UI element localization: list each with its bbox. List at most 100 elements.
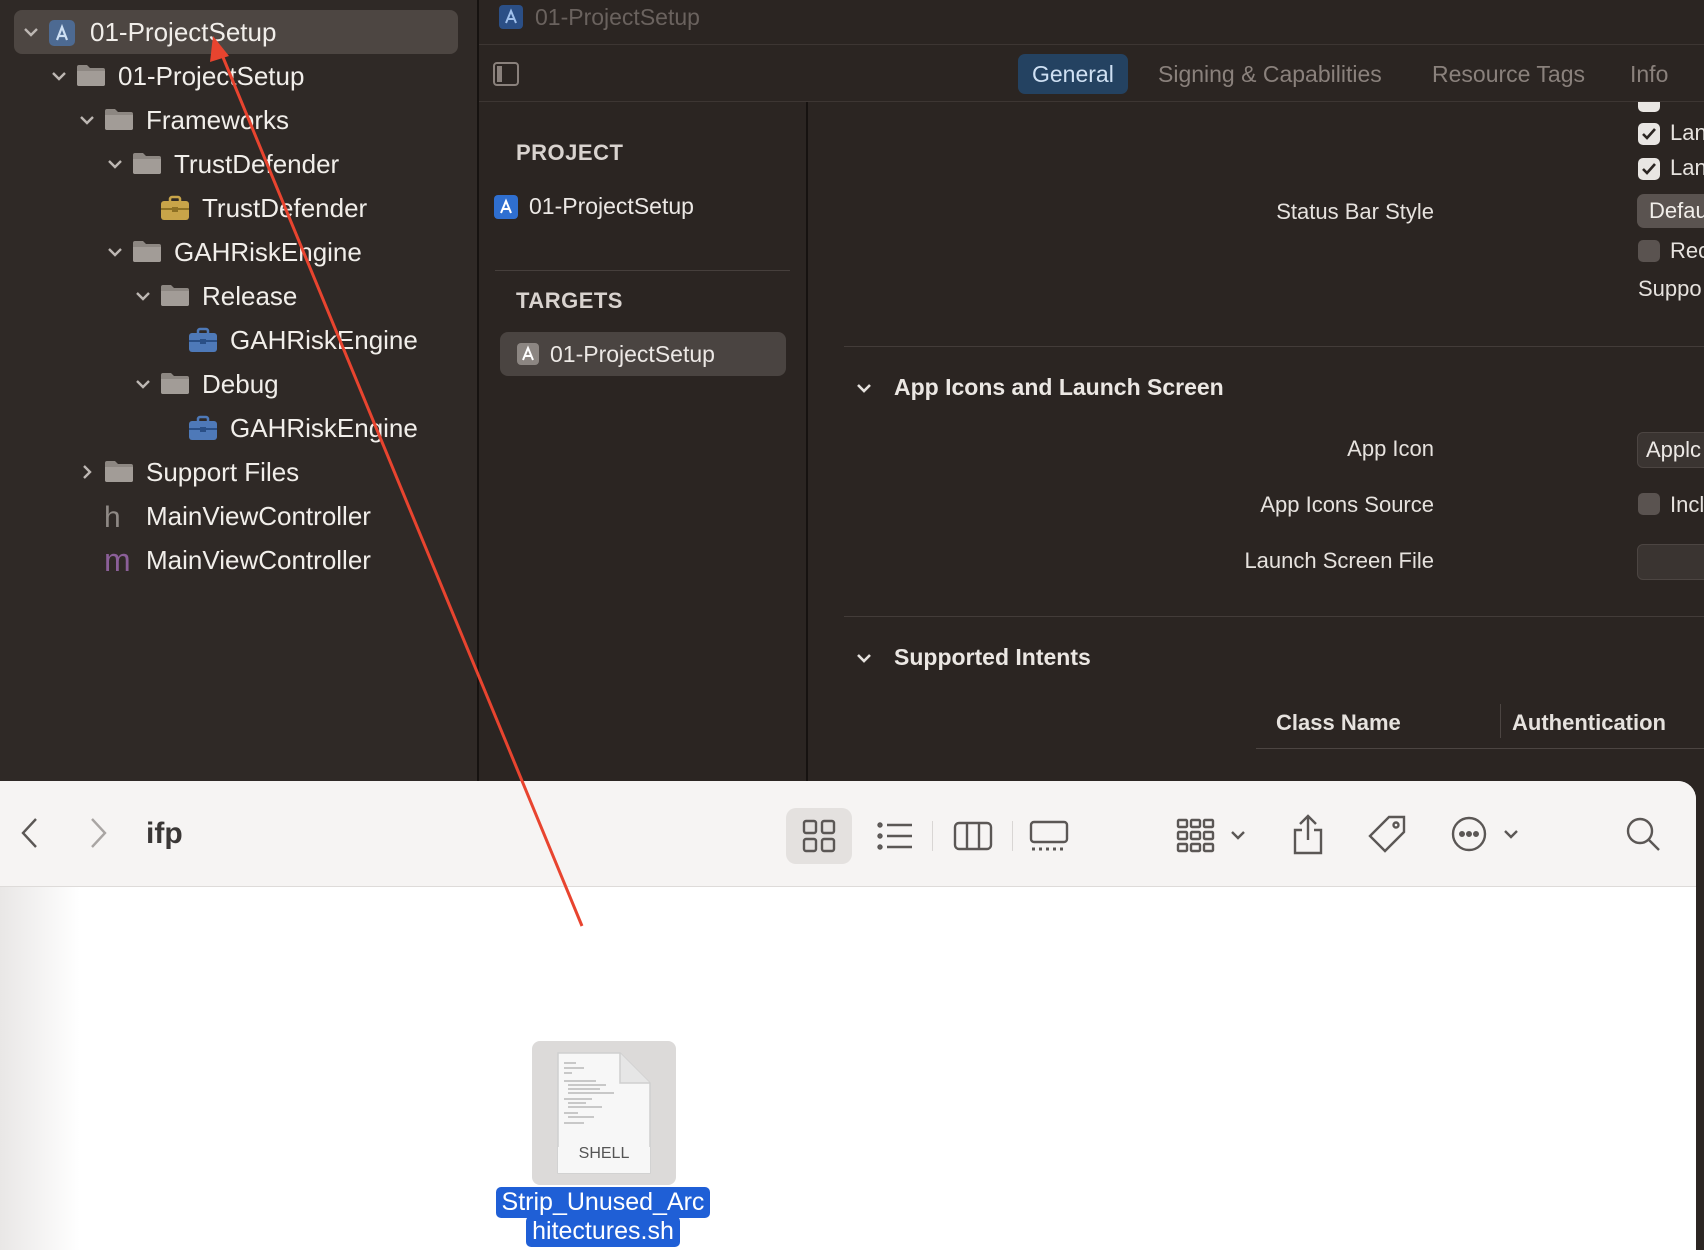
file-type-badge: SHELL bbox=[578, 1145, 630, 1162]
folder-icon bbox=[76, 63, 106, 89]
navigator-row[interactable]: GAHRiskEngine bbox=[0, 320, 470, 360]
chevron-down-icon[interactable] bbox=[132, 373, 154, 395]
file-name-label[interactable]: Strip_Unused_Arc hitectures.sh bbox=[494, 1187, 712, 1247]
tab-signing-capabilities[interactable]: Signing & Capabilities bbox=[1144, 54, 1396, 94]
table-header-divider bbox=[1256, 748, 1704, 749]
navigator-row-label: Release bbox=[202, 280, 298, 311]
group-by-button[interactable] bbox=[1172, 813, 1256, 859]
chevron-down-icon[interactable] bbox=[20, 21, 42, 43]
project-item[interactable]: 01-ProjectSetup bbox=[493, 184, 793, 228]
app-icons-source-value: Incl bbox=[1670, 492, 1704, 517]
navigator-row-label: 01-ProjectSetup bbox=[118, 60, 305, 91]
landscape-left-checkbox[interactable] bbox=[1638, 123, 1660, 145]
toolbar-divider bbox=[1012, 821, 1013, 851]
class-name-column-header[interactable]: Class Name bbox=[1276, 710, 1401, 736]
launch-screen-field[interactable] bbox=[1637, 544, 1704, 580]
folder-icon bbox=[132, 151, 162, 177]
finder-folder-title: ifp bbox=[146, 817, 183, 850]
navigator-row[interactable]: Support Files bbox=[0, 452, 470, 492]
sidebar-toggle-icon[interactable] bbox=[493, 62, 519, 86]
tag-icon[interactable] bbox=[1364, 811, 1410, 857]
folder-icon bbox=[132, 239, 162, 265]
status-bar-style-label: Status Bar Style bbox=[1276, 199, 1434, 224]
navigator-row[interactable]: GAHRiskEngine bbox=[0, 232, 470, 272]
requires-full-screen-checkbox[interactable] bbox=[1638, 240, 1660, 262]
file-name-line-2: hitectures.sh bbox=[526, 1216, 680, 1247]
tab-resource-tags[interactable]: Resource Tags bbox=[1418, 54, 1599, 94]
navigator-row[interactable]: Release bbox=[0, 276, 470, 316]
navigator-row[interactable]: m MainViewController bbox=[0, 540, 470, 580]
chevron-down-icon[interactable] bbox=[76, 109, 98, 131]
supports-label: Suppo bbox=[1638, 276, 1702, 301]
navigator-row-label: MainViewController bbox=[146, 500, 371, 531]
option-checkbox[interactable] bbox=[1638, 102, 1660, 112]
share-icon[interactable] bbox=[1286, 809, 1330, 859]
toolbar-divider bbox=[932, 821, 933, 851]
folder-icon bbox=[160, 283, 190, 309]
supported-intents-section-title[interactable]: Supported Intents bbox=[894, 644, 1091, 671]
navigator-row[interactable]: Debug bbox=[0, 364, 470, 404]
folder-icon bbox=[104, 107, 134, 133]
chevron-down-icon[interactable] bbox=[132, 285, 154, 307]
status-bar-style-popup[interactable]: Defau bbox=[1637, 194, 1704, 228]
navigator-row-label: GAHRiskEngine bbox=[230, 412, 418, 443]
app-icon-value: Applc bbox=[1646, 437, 1702, 462]
chevron-down-icon[interactable] bbox=[854, 648, 874, 668]
jump-bar-title[interactable]: 01-ProjectSetup bbox=[535, 4, 700, 31]
navigator-row[interactable]: TrustDefender bbox=[0, 188, 470, 228]
authentication-column-header[interactable]: Authentication bbox=[1512, 710, 1666, 736]
status-bar-style-value: Defau bbox=[1649, 198, 1704, 223]
app-target-icon bbox=[516, 342, 540, 366]
gallery-view-icon[interactable] bbox=[1026, 815, 1072, 857]
project-navigator: 01-ProjectSetup 01-ProjectSetup Frameworks… bbox=[0, 0, 478, 784]
framework-toolbox-icon bbox=[188, 327, 218, 353]
chevron-down-icon[interactable] bbox=[104, 153, 126, 175]
divider bbox=[844, 346, 1704, 347]
project-section-header: PROJECT bbox=[516, 140, 624, 165]
header-h-icon: h bbox=[104, 501, 121, 534]
finder-toolbar: ifp bbox=[0, 781, 1696, 887]
back-button[interactable] bbox=[10, 811, 50, 855]
chevron-right-icon[interactable] bbox=[76, 461, 98, 483]
app-icons-source-checkbox[interactable] bbox=[1638, 493, 1660, 515]
project-item-label: 01-ProjectSetup bbox=[529, 192, 694, 219]
navigator-row[interactable]: GAHRiskEngine bbox=[0, 408, 470, 448]
target-item-label: 01-ProjectSetup bbox=[550, 340, 715, 367]
project-targets-list: PROJECT 01-ProjectSetup TARGETS 01-Proje… bbox=[479, 102, 806, 784]
requires-full-screen-label: Rec bbox=[1670, 238, 1704, 263]
xcode-project-icon bbox=[493, 194, 519, 220]
navigator-row-label: MainViewController bbox=[146, 544, 371, 575]
target-item[interactable]: 01-ProjectSetup bbox=[500, 332, 786, 376]
chevron-down-icon[interactable] bbox=[104, 241, 126, 263]
grid-view-icon[interactable] bbox=[796, 815, 842, 857]
chevron-down-icon[interactable] bbox=[48, 65, 70, 87]
forward-button[interactable] bbox=[78, 811, 118, 855]
landscape-left-label: Lan bbox=[1670, 120, 1704, 145]
list-view-icon[interactable] bbox=[872, 815, 918, 857]
file-item[interactable]: SHELL bbox=[532, 1041, 676, 1185]
finder-window: ifp SHELL Strip_Unused_Arc hitectures.sh bbox=[0, 781, 1696, 1250]
more-actions-button[interactable] bbox=[1448, 811, 1534, 857]
navigator-row[interactable]: Frameworks bbox=[0, 100, 470, 140]
finder-sidebar-edge bbox=[0, 887, 80, 1250]
tab-general[interactable]: General bbox=[1018, 54, 1128, 94]
app-icons-section-title[interactable]: App Icons and Launch Screen bbox=[894, 374, 1224, 401]
xcode-project-icon bbox=[498, 4, 524, 30]
landscape-right-checkbox[interactable] bbox=[1638, 158, 1660, 180]
divider bbox=[495, 270, 790, 271]
search-icon[interactable] bbox=[1620, 811, 1666, 857]
chevron-down-icon[interactable] bbox=[854, 378, 874, 398]
navigator-row-label: TrustDefender bbox=[202, 192, 368, 223]
app-icon-field[interactable]: Applc bbox=[1637, 432, 1704, 468]
framework-toolbox-icon bbox=[188, 415, 218, 441]
navigator-row[interactable]: 01-ProjectSetup bbox=[0, 10, 470, 54]
navigator-row[interactable]: TrustDefender bbox=[0, 144, 470, 184]
navigator-row[interactable]: h MainViewController bbox=[0, 496, 470, 536]
general-settings-pane: Lan Lan Status Bar Style Defau Rec Suppo… bbox=[808, 102, 1704, 784]
navigator-row[interactable]: 01-ProjectSetup bbox=[0, 56, 470, 96]
landscape-right-label: Lan bbox=[1670, 155, 1704, 180]
chevron-left-icon bbox=[21, 818, 37, 848]
column-view-icon[interactable] bbox=[950, 815, 996, 857]
tab-info[interactable]: Info bbox=[1616, 54, 1682, 94]
implementation-m-icon: m bbox=[104, 542, 131, 578]
